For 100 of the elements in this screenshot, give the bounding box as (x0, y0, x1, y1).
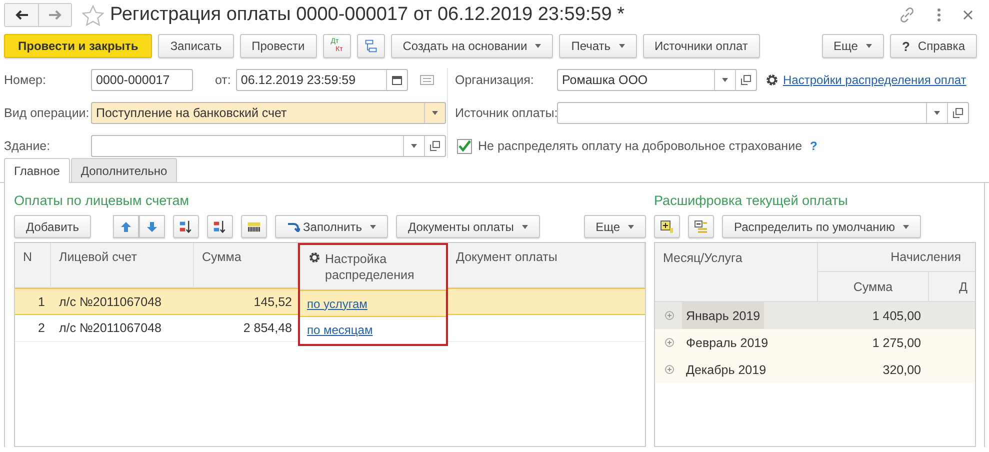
caret-icon (866, 44, 872, 48)
toolbar-menu-button[interactable]: Печать (559, 34, 636, 58)
hierarchy-icon (364, 38, 378, 54)
down-arrow-icon (146, 220, 158, 232)
distribution-link[interactable]: по услугам (307, 296, 368, 310)
expand-all-button[interactable] (654, 215, 680, 238)
caret-icon (370, 224, 376, 228)
toolbar-button[interactable]: Источники оплат (642, 34, 760, 58)
column-header[interactable]: Д (929, 272, 975, 301)
dropdown-caret-icon (411, 144, 417, 148)
barcode-button[interactable] (241, 215, 268, 238)
table-cell: л/с №2011067048 (51, 315, 194, 342)
column-group-header: Начисления (818, 243, 975, 272)
link-icon[interactable] (899, 7, 915, 23)
operation-type-dropdown[interactable]: Поступление на банковский счет (91, 102, 446, 124)
dropdown-caret-icon (934, 111, 940, 115)
column-header[interactable]: Лицевой счет (51, 243, 194, 288)
expand-icon[interactable] (665, 311, 674, 320)
open-window-icon[interactable] (430, 141, 440, 151)
checkbox-label: Не распределять оплату на добровольное страхование (478, 139, 802, 153)
toolbar-menu-button[interactable]: Создать на основании (390, 34, 554, 58)
organization-field[interactable]: Ромашка ООО (557, 69, 757, 91)
building-field[interactable] (91, 135, 446, 157)
table-cell-text: 320,00 (882, 362, 922, 378)
table-row[interactable]: Декабрь 2019 320,00 (655, 356, 975, 383)
fill-menu-button[interactable]: Заполнить (275, 215, 388, 238)
more-options-icon[interactable] (937, 8, 941, 22)
caret-icon (628, 224, 634, 228)
sort-ascending-button[interactable] (173, 215, 200, 238)
calendar-icon[interactable] (392, 75, 402, 85)
field-label: Организация: (455, 73, 535, 87)
post-and-close-button[interactable]: Провести и закрыть (4, 34, 152, 58)
column-header[interactable]: N (15, 243, 51, 288)
field-label: Вид операции: (4, 106, 90, 120)
table-cell-text: 1 405,00 (871, 308, 922, 324)
field-label: от: (215, 73, 231, 87)
column-header[interactable]: Сумма (818, 272, 929, 301)
distribute-menu-button[interactable]: Распределить по умолчанию (722, 215, 921, 238)
toolbar-button[interactable]: Записать (158, 34, 234, 58)
comment-icon[interactable] (420, 75, 434, 85)
section-title: Оплаты по лицевым счетам (14, 193, 190, 210)
column-header[interactable]: Сумма (194, 243, 298, 288)
sort-descending-icon (213, 218, 228, 234)
field-label: Номер: (4, 73, 47, 87)
caret-icon (618, 44, 624, 48)
collapse-all-button[interactable] (688, 215, 714, 238)
open-window-icon[interactable] (741, 75, 751, 85)
checkbox[interactable] (457, 138, 472, 154)
table-cell: Январь 2019 (682, 302, 764, 329)
forward-arrow-icon (48, 10, 62, 20)
tab[interactable]: Главное (4, 158, 70, 183)
table-row[interactable]: Февраль 2019 1 275,00 (655, 329, 975, 356)
move-down-button[interactable] (139, 215, 166, 238)
settings-icon (765, 73, 779, 87)
more-menu-button[interactable]: Еще (822, 34, 884, 58)
settings-icon (308, 251, 321, 264)
caret-icon (535, 44, 542, 48)
open-window-icon[interactable] (953, 108, 963, 118)
table-cell: 2 (15, 315, 51, 342)
back-arrow-icon (14, 10, 28, 20)
collapse-tree-icon (694, 220, 708, 234)
move-up-button[interactable] (113, 215, 140, 238)
table-cell-text: Декабрь 2019 (685, 362, 768, 379)
section-title: Расшифровка текущей оплаты (654, 193, 849, 210)
close-icon[interactable] (963, 10, 973, 20)
add-button[interactable]: Добавить (14, 215, 92, 238)
barcode-scanner-icon (247, 220, 262, 234)
curved-arrow-icon (287, 221, 300, 232)
more-menu-button[interactable]: Еще (584, 215, 646, 238)
toolbar-button[interactable]: Провести (240, 34, 317, 58)
structure-button[interactable] (356, 34, 385, 58)
payment-documents-menu-button[interactable]: Документы оплаты (396, 215, 540, 238)
dropdown-caret-icon (722, 78, 728, 82)
caret-icon (522, 224, 528, 228)
column-header[interactable]: Месяц/Услуга (655, 243, 818, 301)
table-cell: л/с №2011067048 (51, 288, 194, 315)
expand-icon[interactable] (665, 365, 674, 374)
table-cell: 1 (15, 288, 51, 315)
help-link[interactable]: ? (810, 139, 818, 153)
table-cell-text: 1 275,00 (871, 334, 922, 352)
table-row[interactable]: Январь 2019 1 405,00 (655, 302, 975, 329)
number-field[interactable]: 0000-000017 (91, 69, 193, 91)
table-cell: 2 854,48 (194, 315, 298, 342)
payment-source-field[interactable] (557, 102, 969, 124)
expand-tree-icon (660, 220, 674, 234)
column-header[interactable]: Документ оплаты (448, 243, 645, 288)
date-field[interactable]: 06.12.2019 23:59:59 (236, 69, 408, 91)
sort-descending-button[interactable] (207, 215, 234, 238)
dropdown-caret-icon (432, 111, 438, 115)
window-title: Регистрация оплаты 0000-000017 от 06.12.2019 23:59:59 * (110, 4, 624, 26)
help-button[interactable]: ? Справка (890, 34, 977, 58)
column-header[interactable]: Настройка распределения (300, 245, 446, 290)
field-label: Источник оплаты: (455, 106, 557, 120)
back-button[interactable] (5, 4, 38, 26)
tab[interactable]: Дополнительно (70, 158, 178, 182)
distribution-link[interactable]: по месяцам (307, 323, 373, 337)
expand-icon[interactable] (665, 338, 674, 347)
field-label: Здание: (4, 139, 52, 153)
star-icon[interactable] (82, 4, 104, 26)
distribution-settings-link[interactable]: Настройки распределения оплат (783, 73, 966, 87)
